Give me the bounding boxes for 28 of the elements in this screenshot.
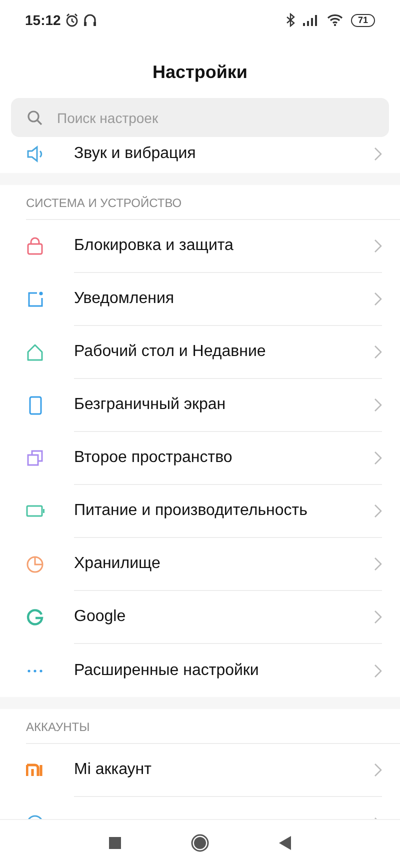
search-field[interactable]: Поиск настроек — [11, 98, 389, 137]
item-label: Google — [74, 607, 126, 627]
settings-item[interactable]: Google — [0, 591, 400, 644]
page-title: Настройки — [152, 61, 248, 84]
item-label: Рабочий стол и Недавние — [74, 342, 266, 362]
battery-indicator: 71 — [350, 14, 375, 26]
settings-item[interactable]: Хранилище — [0, 538, 400, 591]
settings-item[interactable]: Питание и производительность — [0, 485, 400, 538]
item-label: Mi аккаунт — [74, 760, 152, 780]
settings-item[interactable]: Второе пространство — [0, 432, 400, 485]
item-label: Звук и вибрация — [74, 144, 196, 164]
settings-item[interactable]: Расширенные настройки — [0, 644, 400, 697]
settings-item[interactable]: Рабочий стол и Недавние — [0, 326, 400, 379]
settings-item[interactable]: Звук и вибрация — [0, 139, 400, 169]
settings-item[interactable]: Безграничный экран — [0, 379, 400, 432]
item-label: Безграничный экран — [74, 395, 226, 415]
item-label: Блокировка и защита — [74, 236, 234, 256]
settings-item[interactable]: Mi аккаунт — [0, 744, 400, 797]
item-label: Расширенные настройки — [74, 660, 259, 680]
settings-item[interactable]: Уведомления — [0, 273, 400, 326]
section-header: СИСТЕМА И УСТРОЙСТВО — [25, 195, 183, 212]
status-time: 15:12 — [25, 10, 61, 30]
settings-item[interactable]: Блокировка и защита — [0, 220, 400, 273]
section-header: АККАУНТЫ — [25, 719, 91, 736]
item-label: Хранилище — [74, 554, 160, 574]
item-label: Уведомления — [74, 289, 174, 309]
item-label: Второе пространство — [74, 448, 232, 468]
item-label: Питание и производительность — [74, 501, 308, 521]
